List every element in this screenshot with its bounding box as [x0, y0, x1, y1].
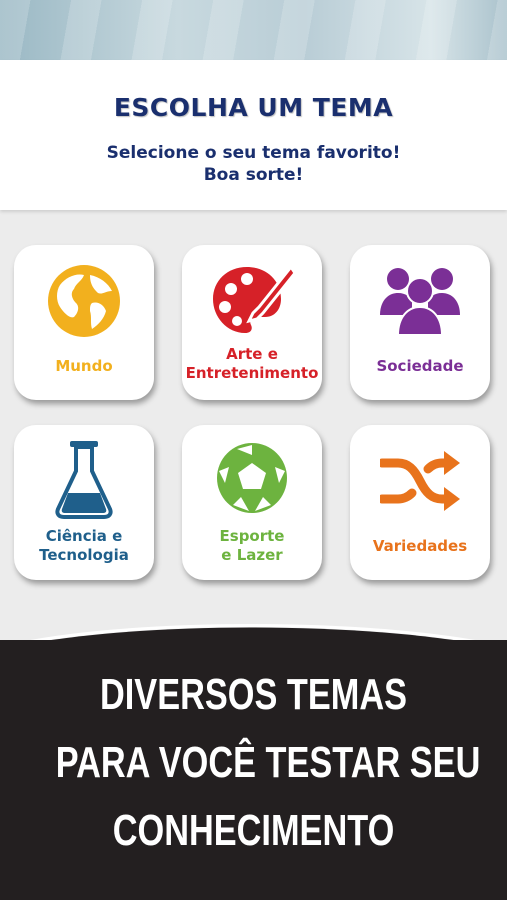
promo-line-1: DIVERSOS TEMAS — [99, 670, 408, 719]
flask-icon — [55, 441, 113, 519]
top-background-image — [0, 0, 507, 60]
theme-label-line1: Ciência e — [45, 527, 123, 545]
theme-grid: Mundo Arte e Entretenimento Sociedade Ci… — [0, 210, 507, 640]
theme-card-arte[interactable]: Arte e Entretenimento — [182, 245, 322, 400]
page-title: ESCOLHA UM TEMA — [113, 93, 394, 122]
promo-line-2: PARA VOCÊ TESTAR SEU — [55, 738, 481, 787]
theme-label: Sociedade — [376, 357, 464, 375]
theme-label: Esporte e Lazer — [182, 527, 322, 565]
theme-label-line2: Entretenimento — [185, 364, 319, 382]
header: ESCOLHA UM TEMA Selecione o seu tema fav… — [0, 60, 507, 210]
theme-card-sociedade[interactable]: Sociedade — [350, 245, 490, 400]
promo-banner: DIVERSOS TEMAS PARA VOCÊ TESTAR SEU CONH… — [0, 640, 507, 900]
theme-card-esporte[interactable]: Esporte e Lazer — [182, 425, 322, 580]
globe-icon — [48, 265, 120, 337]
shuffle-icon — [380, 451, 460, 511]
people-icon — [380, 268, 460, 336]
theme-label: Mundo — [55, 357, 113, 375]
theme-label: Variedades — [372, 537, 468, 555]
theme-card-variedades[interactable]: Variedades — [350, 425, 490, 580]
theme-label-line2: e Lazer — [221, 546, 283, 564]
theme-label: Arte e Entretenimento — [182, 345, 322, 383]
promo-line-3: CONHECIMENTO — [112, 806, 395, 855]
subtitle-line-1: Selecione o seu tema favorito! — [106, 143, 401, 163]
theme-label-line1: Arte e — [226, 345, 278, 363]
theme-card-mundo[interactable]: Mundo — [14, 245, 154, 400]
theme-label-line1: Esporte — [219, 527, 285, 545]
palette-icon — [213, 264, 295, 333]
page-subtitle: Selecione o seu tema favorito! Boa sorte… — [0, 142, 507, 186]
theme-card-ciencia[interactable]: Ciência e Tecnologia — [14, 425, 154, 580]
theme-label-line2: Tecnologia — [39, 546, 129, 564]
theme-label: Ciência e Tecnologia — [14, 527, 154, 565]
soccer-ball-icon — [217, 443, 287, 513]
subtitle-line-2: Boa sorte! — [203, 165, 304, 185]
